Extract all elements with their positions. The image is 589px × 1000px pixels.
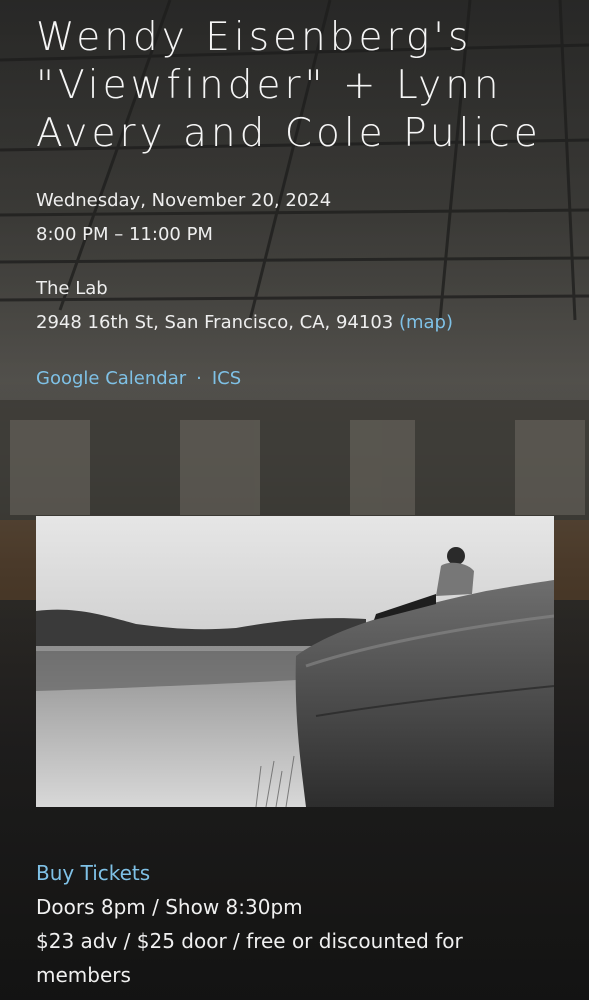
venue-address: 2948 16th St, San Francisco, CA, 94103 — [36, 312, 394, 333]
calendar-links: Google Calendar · ICS — [36, 362, 556, 396]
ics-link[interactable]: ICS — [212, 368, 241, 389]
event-photo — [36, 516, 554, 807]
buy-tickets-link[interactable]: Buy Tickets — [36, 861, 150, 885]
event-details: Wendy Eisenberg's "Viewfinder" + Lynn Av… — [36, 0, 556, 396]
event-date: Wednesday, November 20, 2024 — [36, 190, 332, 211]
venue-name: The Lab — [36, 278, 108, 299]
event-time: 8:00 PM – 11:00 PM — [36, 224, 213, 245]
map-link[interactable]: (map) — [399, 312, 453, 333]
doors-show-times: Doors 8pm / Show 8:30pm — [36, 895, 303, 919]
ticket-pricing: $23 adv / $25 door / free or discounted … — [36, 929, 463, 987]
ticket-info: Buy Tickets Doors 8pm / Show 8:30pm $23 … — [36, 856, 556, 992]
photo-lake-rock-image — [36, 516, 554, 807]
separator-dot: · — [196, 368, 202, 389]
google-calendar-link[interactable]: Google Calendar — [36, 368, 186, 389]
venue-block: The Lab 2948 16th St, San Francisco, CA,… — [36, 272, 556, 340]
venue-address-line: 2948 16th St, San Francisco, CA, 94103 (… — [36, 306, 556, 340]
event-title: Wendy Eisenberg's "Viewfinder" + Lynn Av… — [36, 15, 542, 156]
date-time-block: Wednesday, November 20, 2024 8:00 PM – 1… — [36, 184, 556, 252]
